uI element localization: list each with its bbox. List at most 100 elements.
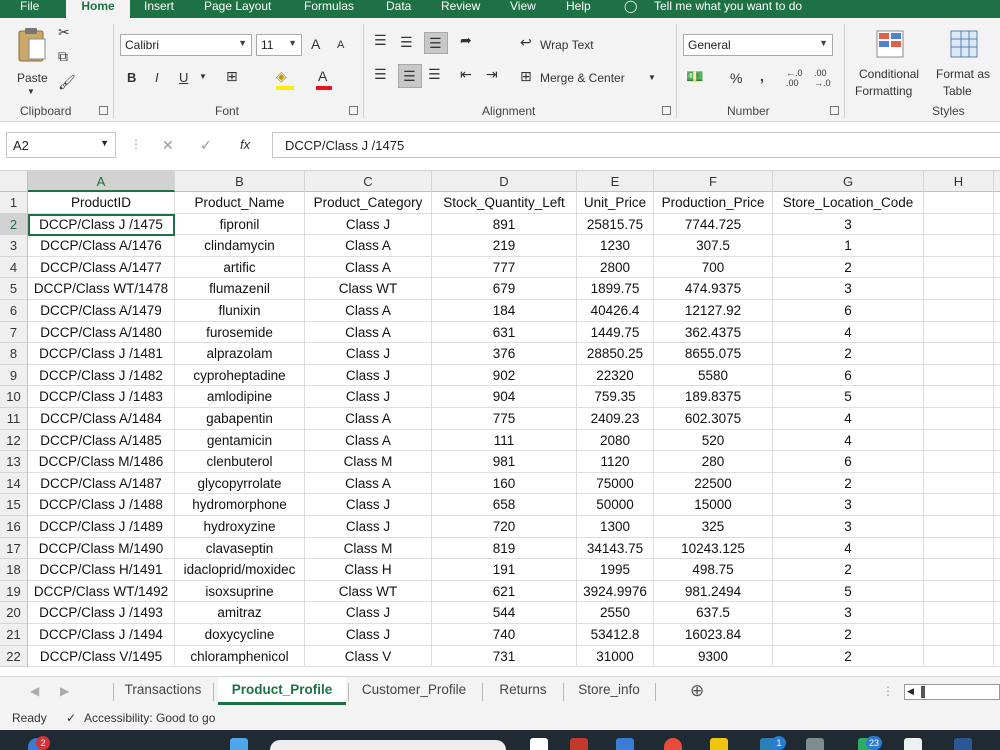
- grid-cell[interactable]: Store_Location_Code: [773, 192, 924, 214]
- sheet-tab-store-info[interactable]: Store_info: [566, 677, 652, 705]
- grid-cell[interactable]: DCCP/Class A/1479: [28, 300, 175, 322]
- column-header[interactable]: E: [577, 171, 654, 192]
- row-header[interactable]: 16: [0, 516, 28, 538]
- grid-cell[interactable]: Class M: [305, 537, 432, 560]
- row-header[interactable]: 9: [0, 364, 28, 387]
- row-header[interactable]: 22: [0, 645, 28, 668]
- grid-cell[interactable]: glycopyrrolate: [175, 472, 305, 495]
- grid-cell[interactable]: 307.5: [654, 235, 773, 257]
- grid-cell[interactable]: [924, 408, 994, 430]
- grid-cell[interactable]: Class J: [305, 386, 432, 408]
- formula-input[interactable]: DCCP/Class J /1475: [272, 132, 1000, 158]
- grid-cell[interactable]: Product_Category: [305, 192, 432, 214]
- grid-cell[interactable]: [924, 537, 994, 560]
- grid-cell[interactable]: [994, 473, 1000, 495]
- increase-decimal-button[interactable]: ←.0 .00: [786, 68, 804, 88]
- column-header[interactable]: D: [432, 171, 577, 192]
- grid-cell[interactable]: doxycycline: [175, 624, 305, 646]
- grid-cell[interactable]: Class M: [305, 451, 432, 473]
- row-header[interactable]: 5: [0, 278, 28, 300]
- grid-cell[interactable]: gentamicin: [175, 429, 305, 452]
- grid-cell[interactable]: flumazenil: [175, 278, 305, 300]
- grid-cell[interactable]: 981: [432, 451, 577, 473]
- grid-cell[interactable]: 6: [773, 364, 924, 387]
- grid-cell[interactable]: 3924.9976: [577, 580, 654, 603]
- grid-cell[interactable]: 9300: [654, 645, 773, 668]
- grid-cell[interactable]: 621: [432, 580, 577, 603]
- grid-cell[interactable]: 3: [773, 494, 924, 516]
- grid-cell[interactable]: 2550: [577, 602, 654, 624]
- grid-cell[interactable]: [924, 256, 994, 279]
- horizontal-scrollbar[interactable]: ◀: [904, 684, 1000, 700]
- grid-cell[interactable]: [994, 278, 1000, 300]
- chevron-down-icon[interactable]: ▼: [100, 138, 109, 148]
- grid-cell[interactable]: [924, 472, 994, 495]
- grid-cell[interactable]: 4: [773, 537, 924, 560]
- grid-cell[interactable]: 40426.4: [577, 300, 654, 322]
- grid-cell[interactable]: 520: [654, 429, 773, 452]
- grid-cell[interactable]: 8655.075: [654, 343, 773, 365]
- grid-cell[interactable]: 28850.25: [577, 343, 654, 365]
- grid-cell[interactable]: [994, 451, 1000, 473]
- grid-cell[interactable]: 1120: [577, 451, 654, 473]
- app-icon[interactable]: [570, 738, 588, 750]
- wrap-text-button[interactable]: Wrap Text: [540, 38, 594, 52]
- enter-icon[interactable]: ✓: [200, 137, 212, 154]
- grid-cell[interactable]: [924, 213, 994, 236]
- scroll-left-icon[interactable]: ◀: [30, 684, 39, 698]
- grid-cell[interactable]: DCCP/Class WT/1492: [28, 580, 175, 603]
- grid-cell[interactable]: DCCP/Class J /1489: [28, 516, 175, 538]
- app-icon[interactable]: [806, 738, 824, 750]
- row-header[interactable]: 15: [0, 494, 28, 516]
- grid-cell[interactable]: [994, 602, 1000, 624]
- grid-cell[interactable]: 2: [773, 645, 924, 668]
- grid-cell[interactable]: amlodipine: [175, 386, 305, 408]
- grid-cell[interactable]: Class A: [305, 429, 432, 452]
- grid-cell[interactable]: 700: [654, 256, 773, 279]
- grid-cell[interactable]: Class A: [305, 256, 432, 279]
- grid-cell[interactable]: 2: [773, 559, 924, 581]
- grid-cell[interactable]: DCCP/Class J /1483: [28, 386, 175, 408]
- grid-cell[interactable]: amitraz: [175, 602, 305, 624]
- increase-indent-icon[interactable]: ⇥: [486, 66, 498, 82]
- grid-cell[interactable]: 34143.75: [577, 537, 654, 560]
- grid-cell[interactable]: [924, 624, 994, 646]
- grid-cell[interactable]: 631: [432, 321, 577, 344]
- grid-cell[interactable]: [994, 192, 1000, 214]
- grid-cell[interactable]: DCCP/Class J /1481: [28, 343, 175, 365]
- column-header[interactable]: I: [994, 171, 1000, 192]
- tab-help[interactable]: Help: [566, 0, 591, 18]
- align-middle-icon[interactable]: ☰: [400, 34, 413, 50]
- sheet-tab-transactions[interactable]: Transactions: [114, 677, 212, 705]
- grid-cell[interactable]: 2080: [577, 429, 654, 452]
- grid-cell[interactable]: 2: [773, 472, 924, 495]
- grid-cell[interactable]: Class A: [305, 300, 432, 322]
- grid-cell[interactable]: DCCP/Class A/1485: [28, 429, 175, 452]
- grid-cell[interactable]: 280: [654, 451, 773, 473]
- sheet-tab-customer-profile[interactable]: Customer_Profile: [350, 677, 478, 705]
- grid-cell[interactable]: 31000: [577, 645, 654, 668]
- grid-cell[interactable]: DCCP/Class J /1488: [28, 494, 175, 516]
- grid-cell[interactable]: [924, 278, 994, 300]
- column-header[interactable]: F: [654, 171, 773, 192]
- grid-cell[interactable]: clavaseptin: [175, 537, 305, 560]
- grid-cell[interactable]: [924, 321, 994, 344]
- row-header[interactable]: 6: [0, 300, 28, 322]
- format-painter-icon[interactable]: 🖌: [58, 74, 76, 90]
- grid-cell[interactable]: [924, 300, 994, 322]
- cancel-icon[interactable]: ✕: [162, 137, 174, 154]
- sheet-tab-returns[interactable]: Returns: [486, 677, 560, 705]
- browser-icon[interactable]: [664, 738, 682, 750]
- grid-cell[interactable]: Class J: [305, 343, 432, 365]
- grid-cell[interactable]: artific: [175, 256, 305, 279]
- grid-cell[interactable]: 775: [432, 408, 577, 430]
- grid-cell[interactable]: clindamycin: [175, 235, 305, 257]
- grid-cell[interactable]: [994, 538, 1000, 560]
- grid-cell[interactable]: 75000: [577, 472, 654, 495]
- paste-button[interactable]: Paste ▼: [12, 24, 54, 104]
- column-header[interactable]: C: [305, 171, 432, 192]
- grid-cell[interactable]: [994, 386, 1000, 408]
- align-top-icon[interactable]: ☰: [374, 32, 387, 48]
- tab-file[interactable]: File: [20, 0, 39, 18]
- grid-cell[interactable]: Class J: [305, 602, 432, 624]
